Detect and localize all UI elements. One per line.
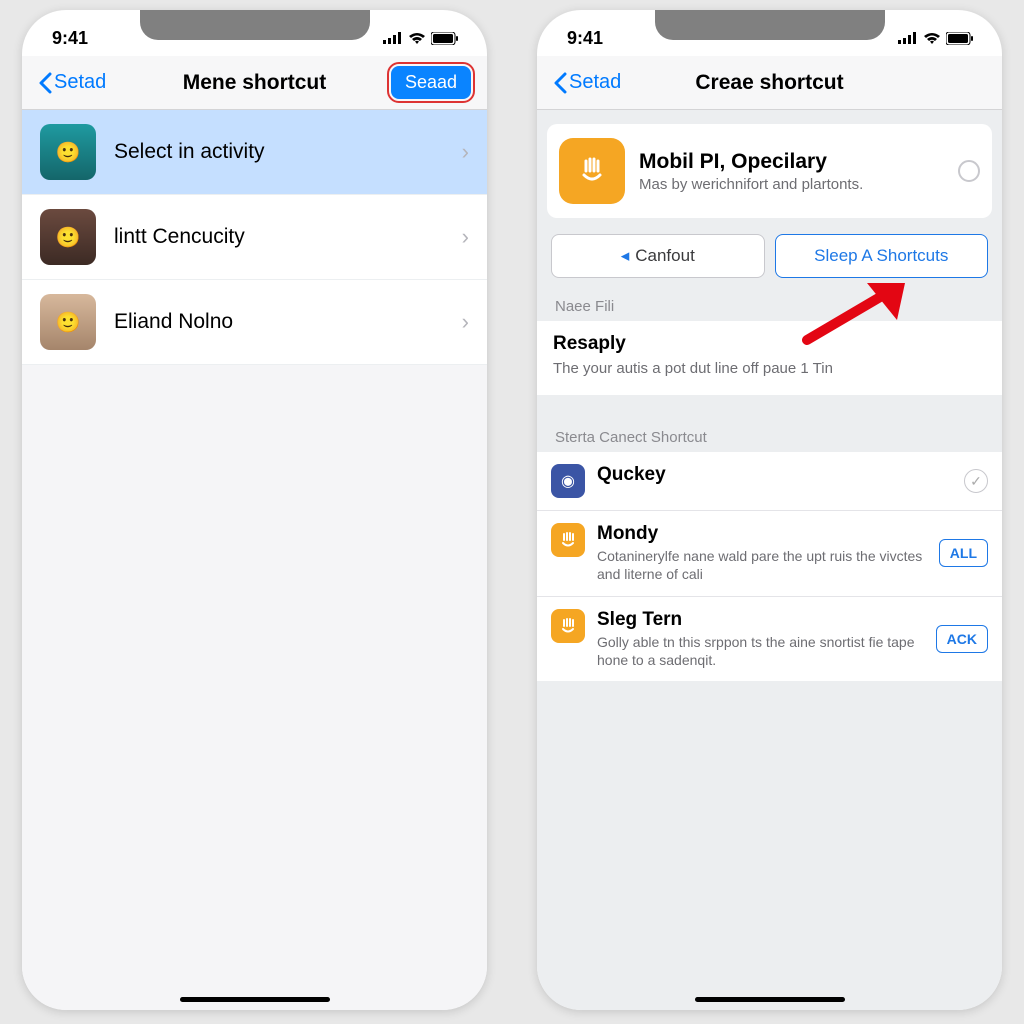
chevron-left-icon xyxy=(553,72,567,94)
notch xyxy=(140,10,370,40)
shortcut-title: Sleg Tern xyxy=(597,609,924,631)
canfout-button[interactable]: ◂ Canfout xyxy=(551,234,765,278)
shortcut-title: Mondy xyxy=(597,523,927,545)
app-icon xyxy=(559,138,625,204)
content-right: Mobil PI, Opecilary Mas by werichnifort … xyxy=(537,110,1002,1010)
home-indicator xyxy=(695,997,845,1002)
back-label: Setad xyxy=(54,71,106,94)
description-title: Resaply xyxy=(553,333,986,355)
contact-row[interactable]: 🙂 Select in activity › xyxy=(22,110,487,195)
cellular-icon xyxy=(898,32,918,44)
phone-right: 9:41 Setad Creae shortcut Mobil PI, Opec… xyxy=(537,10,1002,1010)
avatar: 🙂 xyxy=(40,124,96,180)
shortcut-icon xyxy=(551,609,585,643)
description-card: Resaply The your autis a pot dut line of… xyxy=(537,321,1002,395)
battery-icon xyxy=(431,32,459,45)
home-indicator xyxy=(180,997,330,1002)
chevron-right-icon: › xyxy=(462,139,469,165)
app-card[interactable]: Mobil PI, Opecilary Mas by werichnifort … xyxy=(547,124,992,218)
app-subtitle: Mas by werichnifort and plartonts. xyxy=(639,176,944,193)
contact-name: lintt Cencucity xyxy=(114,225,245,249)
contact-row[interactable]: 🙂 Eliand Nolno › xyxy=(22,280,487,365)
back-button[interactable]: Setad xyxy=(553,71,621,94)
back-label: Setad xyxy=(569,71,621,94)
battery-icon xyxy=(946,32,974,45)
check-icon[interactable]: ✓ xyxy=(964,469,988,493)
content-left: 🙂 Select in activity › 🙂 lintt Cencucity… xyxy=(22,110,487,1010)
section-header: Naee Fili xyxy=(537,288,1002,321)
app-title: Mobil PI, Opecilary xyxy=(639,150,944,174)
back-button[interactable]: Setad xyxy=(38,71,106,94)
save-button[interactable]: Seaad xyxy=(391,66,471,99)
shortcut-row[interactable]: ◉ Quckey ✓ xyxy=(537,452,1002,510)
contact-name: Eliand Nolno xyxy=(114,310,233,334)
status-indicators xyxy=(383,32,459,45)
radio-unselected[interactable] xyxy=(958,160,980,182)
status-time: 9:41 xyxy=(52,28,88,49)
shortcut-icon xyxy=(551,523,585,557)
nav-bar-right: Setad Creae shortcut xyxy=(537,56,1002,110)
ack-button[interactable]: ACK xyxy=(936,625,988,653)
all-button[interactable]: ALL xyxy=(939,539,988,567)
shortcut-title: Quckey xyxy=(597,464,952,486)
chevron-right-icon: › xyxy=(462,309,469,335)
notch xyxy=(655,10,885,40)
phone-left: 9:41 Setad Mene shortcut Seaad 🙂 Select … xyxy=(22,10,487,1010)
nav-bar-left: Setad Mene shortcut Seaad xyxy=(22,56,487,110)
triangle-left-icon: ◂ xyxy=(621,246,630,266)
chevron-right-icon: › xyxy=(462,224,469,250)
shortcut-row[interactable]: Sleg Tern Golly able tn this srppon ts t… xyxy=(537,596,1002,681)
description-body: The your autis a pot dut line off paue 1… xyxy=(553,359,986,379)
shortcut-row[interactable]: Mondy Cotaninerylfe nane wald pare the u… xyxy=(537,510,1002,595)
status-time: 9:41 xyxy=(567,28,603,49)
contact-name: Select in activity xyxy=(114,140,265,164)
segment-row: ◂ Canfout Sleep A Shortcuts xyxy=(537,234,1002,288)
shortcut-subtitle: Golly able tn this srppon ts the aine sn… xyxy=(597,633,924,669)
avatar: 🙂 xyxy=(40,294,96,350)
cellular-icon xyxy=(383,32,403,44)
shortcut-icon: ◉ xyxy=(551,464,585,498)
shortcut-subtitle: Cotaninerylfe nane wald pare the upt rui… xyxy=(597,547,927,583)
contact-row[interactable]: 🙂 lintt Cencucity › xyxy=(22,195,487,280)
sleep-shortcuts-button[interactable]: Sleep A Shortcuts xyxy=(775,234,989,278)
chevron-left-icon xyxy=(38,72,52,94)
status-indicators xyxy=(898,32,974,45)
section-header: Sterta Canect Shortcut xyxy=(537,419,1002,452)
wifi-icon xyxy=(923,32,941,45)
wifi-icon xyxy=(408,32,426,45)
avatar: 🙂 xyxy=(40,209,96,265)
